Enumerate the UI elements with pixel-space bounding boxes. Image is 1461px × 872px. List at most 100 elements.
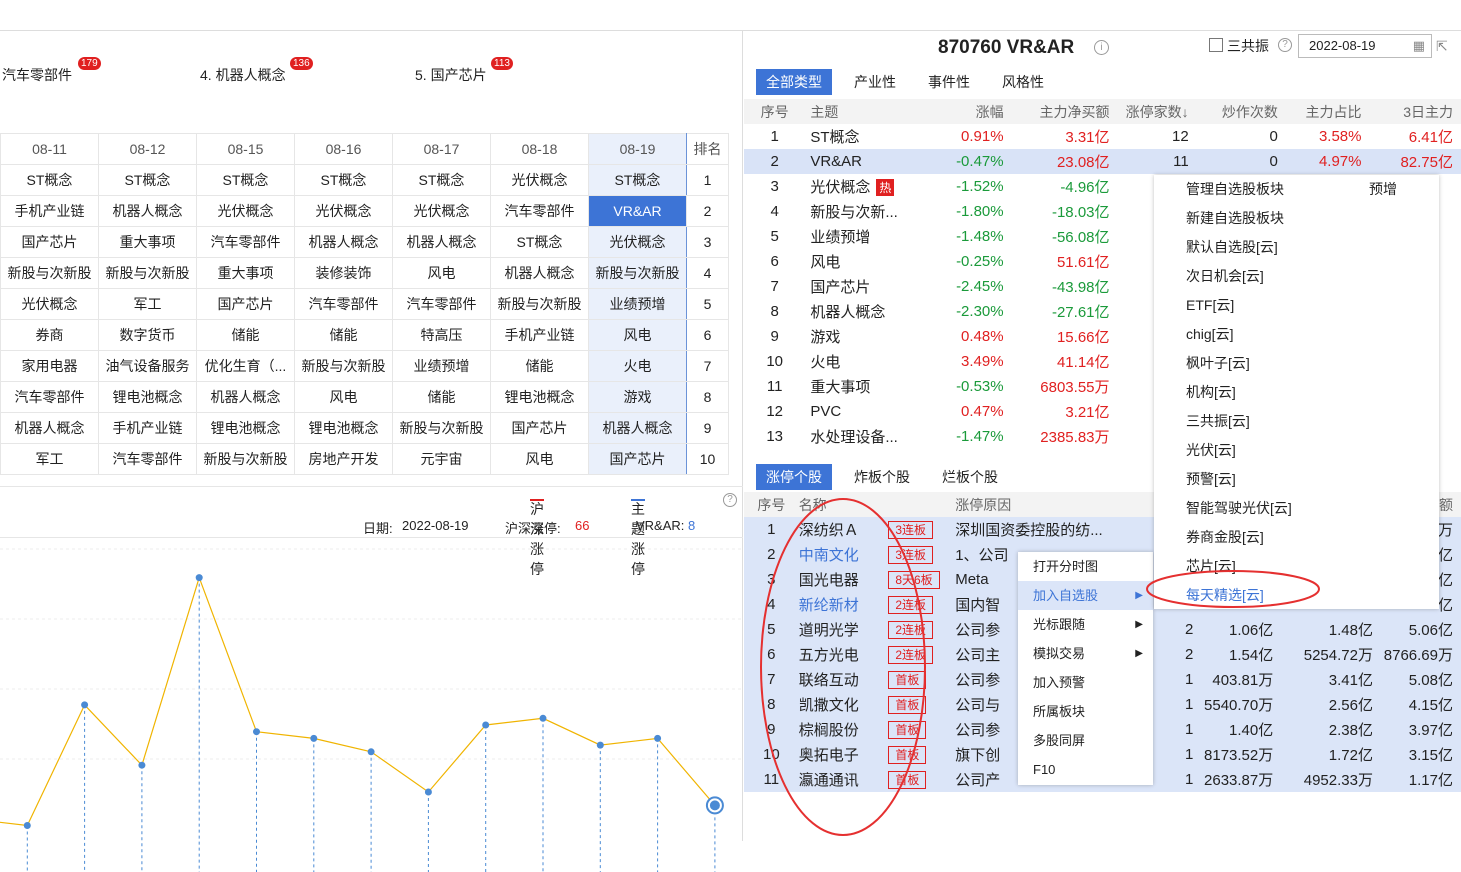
theme-cell[interactable]: ST概念 [589, 165, 687, 196]
theme-cell[interactable]: 储能 [197, 320, 295, 351]
help-icon[interactable]: ? [1278, 38, 1292, 52]
menu-item[interactable]: 打开分时图 [1018, 552, 1153, 581]
theme-cell[interactable]: 新股与次新股 [1, 258, 99, 289]
theme-cell[interactable]: 汽车零部件 [197, 227, 295, 258]
theme-cell[interactable]: 汽车零部件 [99, 444, 197, 475]
theme-cell[interactable]: VR&AR [589, 196, 687, 227]
menu-item[interactable]: 次日机会[云] [1154, 262, 1439, 291]
theme-cell[interactable]: 风电 [393, 258, 491, 289]
menu-item[interactable]: 光伏[云] [1154, 436, 1439, 465]
theme-cell[interactable]: ST概念 [99, 165, 197, 196]
theme-cell[interactable]: 光伏概念 [1, 289, 99, 320]
theme-cell[interactable]: 机器人概念 [589, 413, 687, 444]
date-header[interactable]: 08-15 [197, 134, 295, 165]
info-icon[interactable]: i [1094, 40, 1109, 55]
rank-header-3[interactable]: 5. 国产芯片113 [415, 65, 487, 85]
date-header[interactable]: 08-19 [589, 134, 687, 165]
theme-cell[interactable]: ST概念 [491, 227, 589, 258]
theme-cell[interactable]: 机器人概念 [197, 382, 295, 413]
theme-cell[interactable]: 重大事项 [197, 258, 295, 289]
menu-item[interactable]: 模拟交易▶ [1018, 639, 1153, 668]
tab-all[interactable]: 全部类型 [756, 69, 832, 95]
theme-cell[interactable]: 手机产业链 [1, 196, 99, 227]
theme-cell[interactable]: 国产芯片 [589, 444, 687, 475]
theme-cell[interactable]: 风电 [491, 444, 589, 475]
theme-cell[interactable]: 业绩预增 [393, 351, 491, 382]
theme-cell[interactable]: ST概念 [295, 165, 393, 196]
tab-style[interactable]: 风格性 [992, 69, 1054, 95]
date-header[interactable]: 08-16 [295, 134, 393, 165]
theme-cell[interactable]: 业绩预增 [589, 289, 687, 320]
theme-cell[interactable]: 火电 [589, 351, 687, 382]
theme-cell[interactable]: 新股与次新股 [589, 258, 687, 289]
theme-cell[interactable]: 锂电池概念 [491, 382, 589, 413]
menu-item[interactable]: 三共振[云] [1154, 407, 1439, 436]
sangongzhen-checkbox[interactable] [1209, 38, 1223, 52]
theme-cell[interactable]: 家用电器 [1, 351, 99, 382]
date-header[interactable]: 08-11 [1, 134, 99, 165]
theme-cell[interactable]: 优化生育（... [197, 351, 295, 382]
menu-item[interactable]: 预警[云] [1154, 465, 1439, 494]
theme-cell[interactable]: 军工 [99, 289, 197, 320]
theme-cell[interactable]: 汽车零部件 [1, 382, 99, 413]
theme-cell[interactable]: 数字货币 [99, 320, 197, 351]
theme-cell[interactable]: 风电 [589, 320, 687, 351]
theme-cell[interactable]: 国产芯片 [1, 227, 99, 258]
menu-item[interactable]: 所属板块 [1018, 697, 1153, 726]
theme-cell[interactable]: ST概念 [1, 165, 99, 196]
theme-cell[interactable]: 机器人概念 [491, 258, 589, 289]
theme-cell[interactable]: 新股与次新股 [295, 351, 393, 382]
theme-cell[interactable]: 特高压 [393, 320, 491, 351]
help-icon[interactable]: ? [723, 493, 737, 507]
menu-item[interactable]: 默认自选股[云] [1154, 233, 1439, 262]
theme-cell[interactable]: 房地产开发 [295, 444, 393, 475]
theme-cell[interactable]: 锂电池概念 [197, 413, 295, 444]
menu-item[interactable]: 多股同屏 [1018, 726, 1153, 755]
tab-industry[interactable]: 产业性 [844, 69, 906, 95]
rank-header-1[interactable]: 汽车零部件179 [2, 65, 72, 85]
menu-item[interactable]: 加入预警 [1018, 668, 1153, 697]
theme-cell[interactable]: 新股与次新股 [491, 289, 589, 320]
theme-cell[interactable]: 光伏概念 [491, 165, 589, 196]
theme-cell[interactable]: 光伏概念 [197, 196, 295, 227]
theme-row[interactable]: 2VR&AR-0.47%23.08亿1104.97%82.75亿 [744, 149, 1461, 174]
theme-cell[interactable]: 光伏概念 [393, 196, 491, 227]
theme-cell[interactable]: 机器人概念 [393, 227, 491, 258]
theme-row[interactable]: 1ST概念0.91%3.31亿1203.58%6.41亿 [744, 124, 1461, 149]
theme-cell[interactable]: 元宇宙 [393, 444, 491, 475]
menu-item[interactable]: 光标跟随▶ [1018, 610, 1153, 639]
table-header[interactable]: 序号主题涨幅主力净买额涨停家数↓炒作次数主力占比3日主力 [744, 99, 1461, 124]
theme-cell[interactable]: 机器人概念 [99, 196, 197, 227]
menu-item[interactable]: 机构[云] [1154, 378, 1439, 407]
theme-cell[interactable]: 军工 [1, 444, 99, 475]
theme-cell[interactable]: 国产芯片 [491, 413, 589, 444]
menu-item[interactable]: ETF[云] [1154, 291, 1439, 320]
menu-item[interactable]: 加入自选股▶ [1018, 581, 1153, 610]
date-header[interactable]: 08-12 [99, 134, 197, 165]
theme-cell[interactable]: 储能 [393, 382, 491, 413]
tab-weak[interactable]: 烂板个股 [932, 464, 1008, 490]
theme-cell[interactable]: 机器人概念 [295, 227, 393, 258]
menu-item[interactable]: chig[云] [1154, 320, 1439, 349]
menu-item[interactable]: 智能驾驶光伏[云] [1154, 494, 1439, 523]
tab-event[interactable]: 事件性 [918, 69, 980, 95]
theme-cell[interactable]: 新股与次新股 [197, 444, 295, 475]
export-icon[interactable]: ⇱ [1436, 38, 1448, 55]
theme-cell[interactable]: 锂电池概念 [295, 413, 393, 444]
theme-cell[interactable]: 国产芯片 [197, 289, 295, 320]
theme-cell[interactable]: 装修装饰 [295, 258, 393, 289]
theme-cell[interactable]: 汽车零部件 [491, 196, 589, 227]
date-header[interactable]: 08-17 [393, 134, 491, 165]
date-header[interactable]: 08-18 [491, 134, 589, 165]
theme-cell[interactable]: 手机产业链 [99, 413, 197, 444]
tab-broken[interactable]: 炸板个股 [844, 464, 920, 490]
theme-cell[interactable]: 储能 [491, 351, 589, 382]
date-input[interactable]: 2022-08-19▦ [1298, 34, 1432, 58]
theme-cell[interactable]: 游戏 [589, 382, 687, 413]
menu-item[interactable]: 管理自选股板块预增 [1154, 175, 1439, 204]
theme-cell[interactable]: 新股与次新股 [99, 258, 197, 289]
menu-item[interactable]: F10 [1018, 755, 1153, 784]
theme-cell[interactable]: 重大事项 [99, 227, 197, 258]
theme-cell[interactable]: 风电 [295, 382, 393, 413]
theme-cell[interactable]: 机器人概念 [1, 413, 99, 444]
